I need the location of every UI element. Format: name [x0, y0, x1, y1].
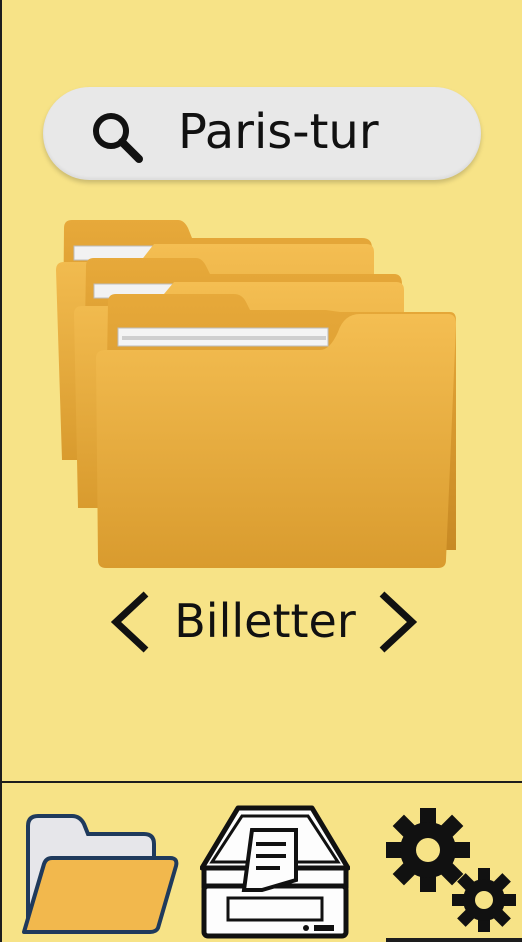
search-icon[interactable] — [88, 108, 146, 166]
category-label: Billetter — [174, 594, 356, 648]
category-carousel: Billetter — [0, 580, 522, 660]
search-input[interactable]: Paris-tur — [178, 96, 379, 168]
chevron-left-icon[interactable] — [108, 588, 154, 656]
active-tab-indicator — [386, 938, 522, 942]
folder-icon[interactable] — [20, 812, 180, 937]
folder-stack-icon[interactable] — [50, 210, 460, 580]
gears-icon[interactable] — [386, 800, 522, 942]
nav-divider — [0, 781, 522, 783]
chevron-right-icon[interactable] — [374, 588, 420, 656]
scanner-icon[interactable] — [200, 802, 350, 942]
left-border — [0, 0, 2, 942]
folder-front — [96, 294, 456, 568]
